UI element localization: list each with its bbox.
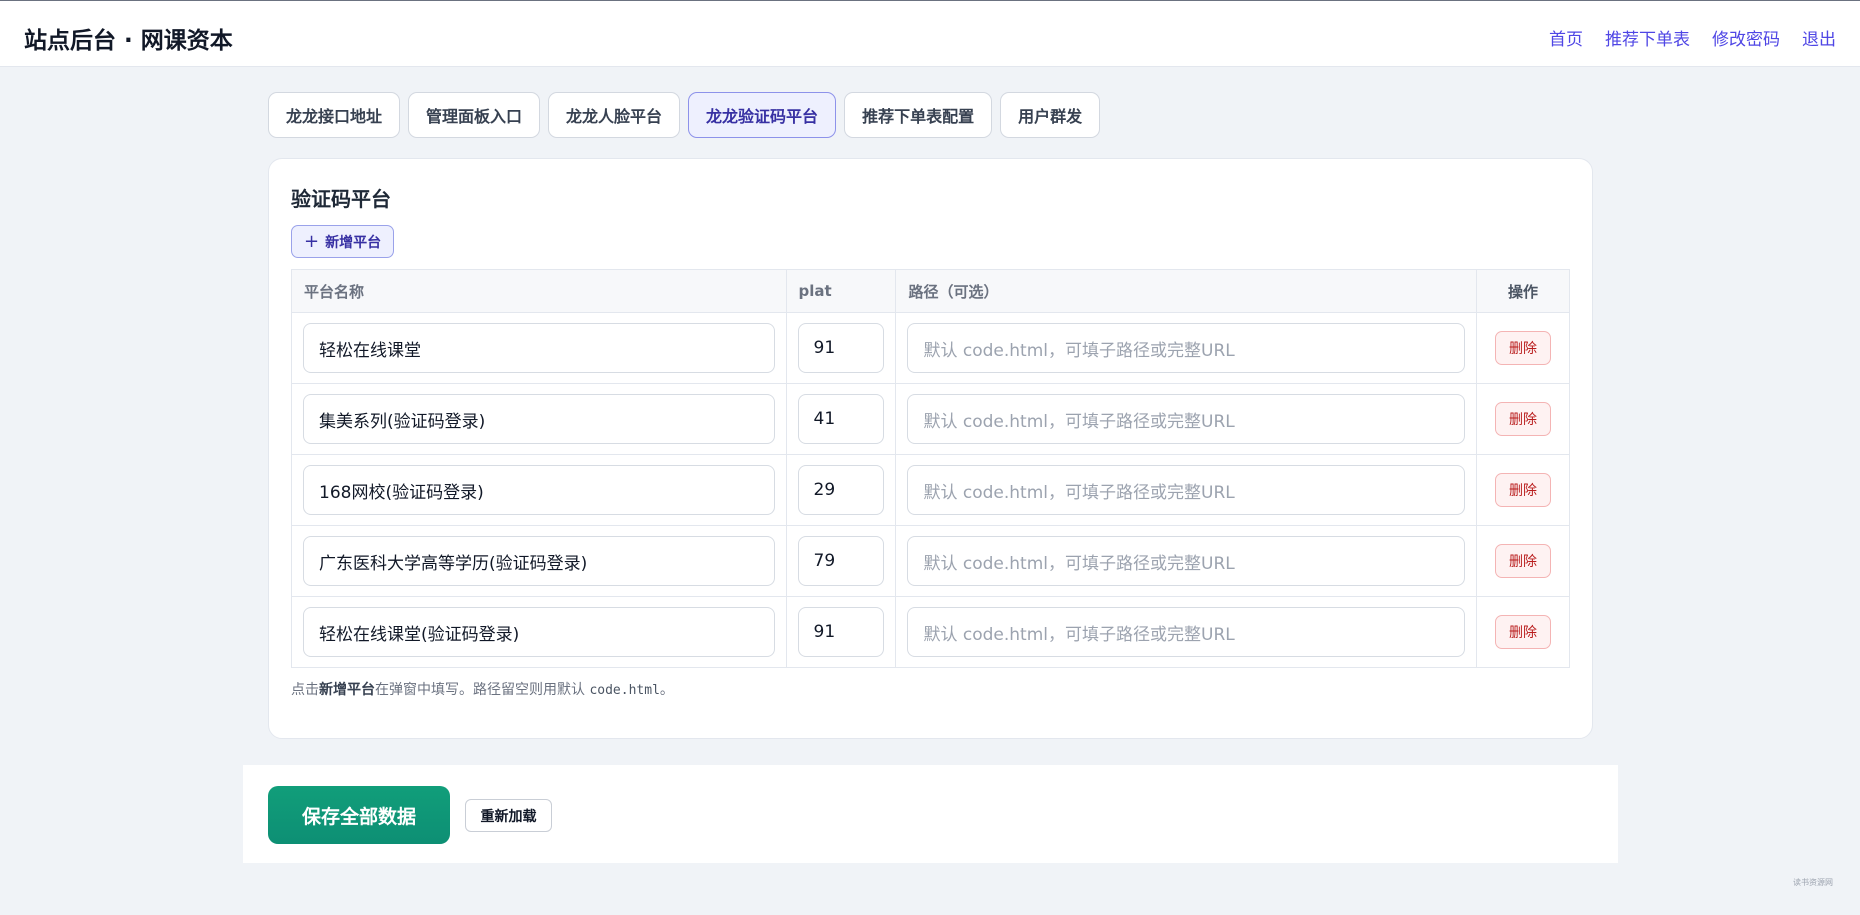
note-prefix: 点击 bbox=[291, 682, 319, 698]
path-input[interactable]: 默认 code.html，可填子路径或完整URL bbox=[907, 536, 1465, 586]
tab-user-broadcast[interactable]: 用户群发 bbox=[1000, 92, 1101, 138]
tab-face-platform[interactable]: 龙龙人脸平台 bbox=[548, 92, 681, 138]
nav-logout-link[interactable]: 退出 bbox=[1802, 25, 1836, 50]
column-header-plat: plat bbox=[785, 269, 897, 313]
table-row: 轻松在线课堂(验证码登录) 91 默认 code.html，可填子路径或完整UR… bbox=[291, 596, 1571, 668]
note-suffix: 。 bbox=[659, 682, 674, 698]
platform-name-input[interactable]: 集美系列(验证码登录) bbox=[303, 394, 775, 444]
tab-recommend-config[interactable]: 推荐下单表配置 bbox=[844, 92, 993, 138]
table-row: 168网校(验证码登录) 29 默认 code.html，可填子路径或完整URL… bbox=[291, 454, 1571, 526]
delete-button[interactable]: 删除 bbox=[1494, 402, 1551, 436]
watermark: 读书资源网 bbox=[1793, 878, 1833, 887]
plat-input[interactable]: 91 bbox=[797, 323, 885, 373]
top-bar: 站点后台 · 网课资本 首页 推荐下单表 修改密码 退出 bbox=[0, 0, 1860, 67]
add-platform-label: 新增平台 bbox=[325, 234, 382, 251]
platform-name-input[interactable]: 轻松在线课堂 bbox=[303, 323, 775, 373]
site-title: 站点后台 · 网课资本 bbox=[24, 28, 233, 54]
save-all-button[interactable]: 保存全部数据 bbox=[268, 786, 450, 844]
table-row: 轻松在线课堂 91 默认 code.html，可填子路径或完整URL 删除 bbox=[291, 312, 1571, 384]
platform-name-input[interactable]: 广东医科大学高等学历(验证码登录) bbox=[303, 536, 775, 586]
delete-button[interactable]: 删除 bbox=[1494, 331, 1551, 365]
path-input[interactable]: 默认 code.html，可填子路径或完整URL bbox=[907, 394, 1465, 444]
nav-recommend-order-link[interactable]: 推荐下单表 bbox=[1605, 25, 1690, 50]
help-note: 点击新增平台在弹窗中填写。路径留空则用默认 code.html。 bbox=[291, 679, 674, 699]
tab-api-address[interactable]: 龙龙接口地址 bbox=[268, 92, 401, 138]
add-platform-button[interactable]: + 新增平台 bbox=[291, 225, 395, 258]
plat-input[interactable]: 91 bbox=[797, 607, 885, 657]
platform-table: 平台名称 plat 路径（可选） 操作 轻松在线课堂 91 默认 code.ht… bbox=[291, 269, 1571, 668]
settings-tabs: 龙龙接口地址 管理面板入口 龙龙人脸平台 龙龙验证码平台 推荐下单表配置 用户群… bbox=[268, 92, 1101, 138]
note-middle: 在弹窗中填写。路径留空则用默认 bbox=[375, 682, 590, 698]
note-code: code.html bbox=[589, 683, 660, 698]
plat-input[interactable]: 29 bbox=[797, 465, 885, 515]
column-header-actions: 操作 bbox=[1475, 269, 1571, 313]
note-bold: 新增平台 bbox=[319, 682, 375, 698]
table-header-row: 平台名称 plat 路径（可选） 操作 bbox=[291, 269, 1571, 313]
tab-captcha-platform[interactable]: 龙龙验证码平台 bbox=[688, 92, 837, 138]
delete-button[interactable]: 删除 bbox=[1494, 473, 1551, 507]
platform-name-input[interactable]: 轻松在线课堂(验证码登录) bbox=[303, 607, 775, 657]
nav-change-password-link[interactable]: 修改密码 bbox=[1712, 25, 1780, 50]
delete-button[interactable]: 删除 bbox=[1494, 615, 1551, 649]
path-input[interactable]: 默认 code.html，可填子路径或完整URL bbox=[907, 607, 1465, 657]
top-nav: 首页 推荐下单表 修改密码 退出 bbox=[1549, 25, 1836, 50]
captcha-platform-panel: 验证码平台 + 新增平台 平台名称 plat 路径（可选） 操作 轻松在线课堂 … bbox=[268, 158, 1593, 739]
plat-input[interactable]: 41 bbox=[797, 394, 885, 444]
plus-icon: + bbox=[304, 230, 320, 252]
column-header-path: 路径（可选） bbox=[895, 269, 1477, 313]
table-row: 广东医科大学高等学历(验证码登录) 79 默认 code.html，可填子路径或… bbox=[291, 525, 1571, 597]
reload-button[interactable]: 重新加载 bbox=[465, 799, 552, 832]
platform-name-input[interactable]: 168网校(验证码登录) bbox=[303, 465, 775, 515]
path-input[interactable]: 默认 code.html，可填子路径或完整URL bbox=[907, 465, 1465, 515]
column-header-name: 平台名称 bbox=[291, 269, 787, 313]
nav-home-link[interactable]: 首页 bbox=[1549, 25, 1583, 50]
plat-input[interactable]: 79 bbox=[797, 536, 885, 586]
table-row: 集美系列(验证码登录) 41 默认 code.html，可填子路径或完整URL … bbox=[291, 383, 1571, 455]
footer-actions: 保存全部数据 重新加载 bbox=[243, 765, 1618, 863]
tab-admin-entry[interactable]: 管理面板入口 bbox=[408, 92, 541, 138]
delete-button[interactable]: 删除 bbox=[1494, 544, 1551, 578]
panel-title: 验证码平台 bbox=[291, 187, 391, 211]
path-input[interactable]: 默认 code.html，可填子路径或完整URL bbox=[907, 323, 1465, 373]
